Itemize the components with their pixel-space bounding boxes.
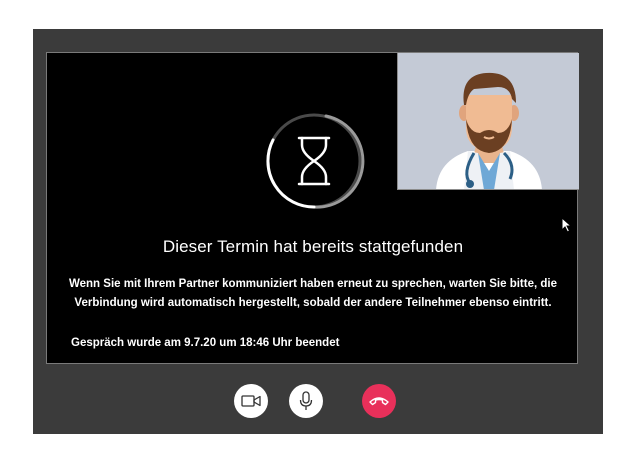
microphone-toggle-button[interactable] <box>289 384 323 418</box>
phone-hangup-icon <box>369 397 389 406</box>
status-title: Dieser Termin hat bereits stattgefunden <box>162 237 464 256</box>
microphone-icon <box>299 391 313 410</box>
call-ended-info: Gespräch wurde am 9.7.20 um 18:46 Uhr be… <box>71 337 340 349</box>
status-message-line: Wenn Sie mit Ihrem Partner kommuniziert … <box>68 278 557 290</box>
status-message-line: Verbindung wird automatisch hergestellt,… <box>74 297 552 309</box>
main-video-area: Dieser Termin hat bereits stattgefunden … <box>46 52 579 364</box>
video-camera-icon <box>241 395 261 407</box>
hang-up-button[interactable] <box>362 384 396 418</box>
doctor-avatar <box>436 72 542 189</box>
camera-toggle-button[interactable] <box>234 384 268 418</box>
hourglass-icon <box>297 136 331 186</box>
status-message: Wenn Sie mit Ihrem Partner kommuniziert … <box>67 275 559 313</box>
hourglass-loading-spinner <box>266 113 365 209</box>
video-call-window: Dieser Termin hat bereits stattgefunden … <box>33 29 603 434</box>
mouse-cursor-icon <box>561 217 573 233</box>
self-view-video[interactable] <box>397 53 579 190</box>
